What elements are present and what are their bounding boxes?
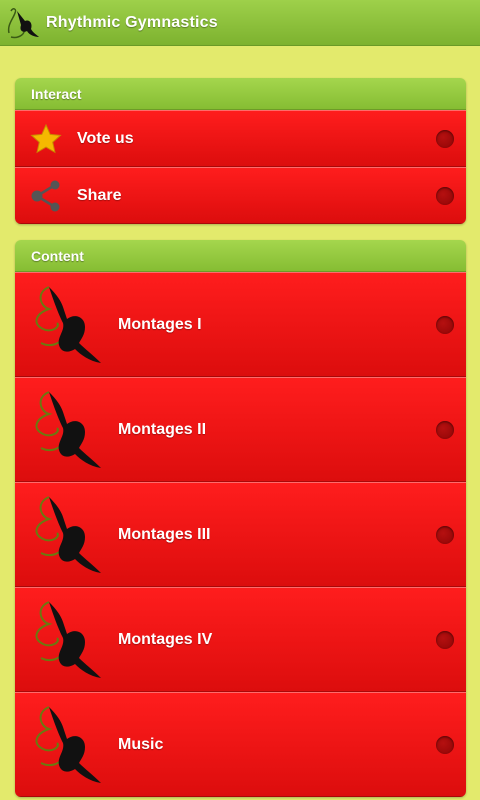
item-indicator-dot	[436, 735, 454, 754]
app-title: Rhythmic Gymnastics	[46, 13, 218, 31]
star-icon	[15, 110, 77, 167]
montages-2-label: Montages II	[118, 420, 207, 438]
item-indicator-dot	[436, 186, 454, 205]
music-label: Music	[118, 735, 164, 753]
item-indicator-dot	[436, 420, 454, 439]
app-title-bar: Rhythmic Gymnastics	[0, 0, 480, 46]
montages-2-item[interactable]: Montages II	[15, 377, 466, 482]
vote-us-label: Vote us	[77, 129, 134, 147]
item-indicator-dot	[436, 315, 454, 334]
content-card: Content Montages I Montages II Montages …	[15, 240, 466, 797]
item-indicator-dot	[436, 129, 454, 148]
item-indicator-dot	[436, 525, 454, 544]
gymnast-ribbon-icon	[15, 482, 118, 587]
gymnast-ribbon-icon	[15, 377, 118, 482]
gymnast-ribbon-icon	[0, 0, 46, 46]
music-item[interactable]: Music	[15, 692, 466, 797]
gymnast-ribbon-icon	[15, 587, 118, 692]
vote-us-item[interactable]: Vote us	[15, 110, 466, 167]
montages-3-item[interactable]: Montages III	[15, 482, 466, 587]
interact-card: Interact Vote us Share	[15, 78, 466, 224]
gymnast-ribbon-icon	[15, 272, 118, 377]
gymnast-ribbon-icon	[15, 692, 118, 797]
montages-4-item[interactable]: Montages IV	[15, 587, 466, 692]
item-indicator-dot	[436, 630, 454, 649]
share-item[interactable]: Share	[15, 167, 466, 224]
montages-3-label: Montages III	[118, 525, 211, 543]
montages-1-item[interactable]: Montages I	[15, 272, 466, 377]
montages-1-label: Montages I	[118, 315, 202, 333]
share-icon	[15, 167, 77, 224]
share-label: Share	[77, 186, 122, 204]
interact-header: Interact	[15, 78, 466, 110]
content-header: Content	[15, 240, 466, 272]
montages-4-label: Montages IV	[118, 630, 213, 648]
